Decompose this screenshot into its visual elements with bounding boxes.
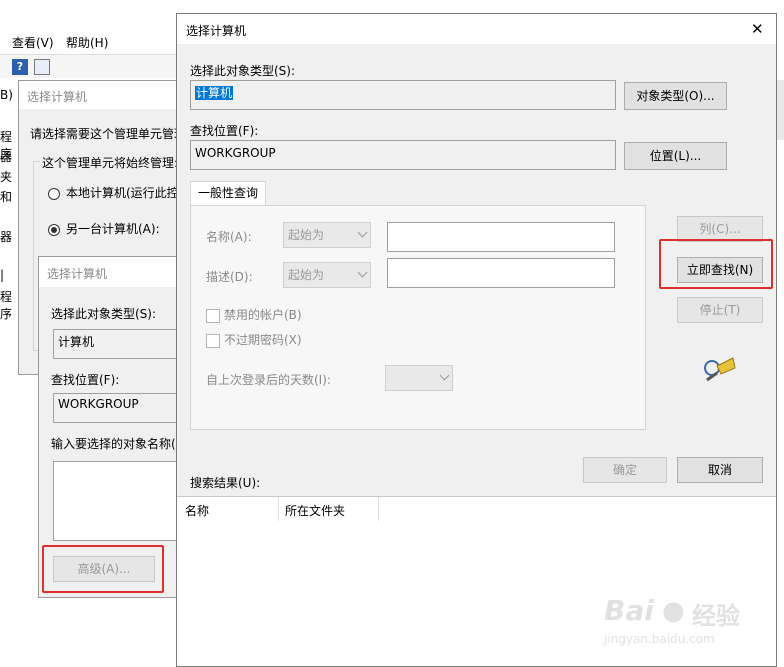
checkbox-box[interactable] [206, 333, 220, 348]
disabled-accounts-checkbox[interactable]: 禁用的帐户(B) [206, 306, 302, 323]
main-type-label: 选择此对象类型(S): [190, 64, 296, 78]
name-input[interactable] [387, 222, 615, 252]
help-icon[interactable]: ? [12, 59, 28, 75]
desc-label: 描述(D): [206, 270, 253, 284]
disabled-accounts-label: 禁用的帐户(B) [224, 308, 302, 322]
main-type-value: 计算机 [195, 86, 234, 100]
frag-5: 和 [0, 190, 13, 204]
watermark-url: jingyan.baidu.com [604, 632, 715, 646]
name-starts-with-value: 起始为 [288, 228, 325, 242]
radio-local-label: 本地计算机(运行此控 [66, 186, 179, 200]
bg-menubar: 查看(V) 帮助(H) [0, 28, 180, 54]
checkbox-box[interactable] [206, 308, 220, 323]
radio-other-label: 另一台计算机(A): [66, 222, 160, 236]
advanced-button[interactable]: 高级(A)... [53, 556, 155, 582]
days-combo[interactable] [385, 365, 453, 391]
main-dialog: 选择计算机 ✕ 选择此对象类型(S): 计算机 对象类型(O)... 查找位置(… [176, 13, 777, 667]
col-folder-header[interactable]: 所在文件夹 [279, 497, 379, 521]
bg-toolbar: ? [0, 54, 180, 78]
radio-other[interactable]: 另一台计算机(A): [48, 220, 160, 237]
chevron-down-icon [357, 227, 368, 238]
properties-icon[interactable] [34, 59, 50, 75]
chevron-down-icon [439, 370, 450, 381]
search-flashlight-icon [704, 357, 736, 382]
mid-instruction: 请选择需要这个管理单元管理 [30, 127, 187, 141]
mid-dialog-title: 选择计算机 [27, 90, 88, 104]
non-expiring-checkbox[interactable]: 不过期密码(X) [206, 331, 302, 348]
frag-3: 器 [0, 150, 13, 164]
watermark-brand2: 经验 [692, 602, 740, 630]
watermark: Bai ● 经验 jingyan.baidu.com [600, 594, 770, 654]
main-type-field: 计算机 [190, 80, 616, 110]
small-dialog-titlebar: 选择计算机 [39, 257, 179, 287]
col-name-header[interactable]: 名称 [177, 497, 279, 521]
object-types-button[interactable]: 对象类型(O)... [624, 82, 727, 110]
location-button[interactable]: 位置(L)... [624, 142, 727, 170]
desc-starts-with-combo[interactable]: 起始为 [283, 262, 371, 288]
name-starts-with-combo[interactable]: 起始为 [283, 222, 371, 248]
menu-help[interactable]: 帮助(H) [66, 34, 108, 51]
frag-1: B) [0, 88, 13, 102]
close-icon[interactable]: ✕ [751, 20, 764, 38]
find-now-button[interactable]: 立即查找(N) [677, 257, 763, 283]
mid-dialog-titlebar: 选择计算机 [19, 81, 197, 109]
menu-view[interactable]: 查看(V) [12, 34, 54, 51]
results-header: 名称 所在文件夹 [177, 497, 776, 521]
chevron-down-icon [357, 267, 368, 278]
cancel-button[interactable]: 取消 [677, 457, 763, 483]
col-folder-label: 所在文件夹 [285, 504, 346, 518]
results-label: 搜索结果(U): [190, 476, 261, 490]
small-dialog: 选择计算机 选择此对象类型(S): 计算机 查找位置(F): WORKGROUP… [38, 256, 181, 598]
query-panel: 名称(A): 起始为 描述(D): 起始为 禁用的帐户(B) 不过期密码(X) … [190, 205, 646, 430]
main-titlebar: 选择计算机 ✕ [177, 14, 776, 44]
main-location-label: 查找位置(F): [190, 124, 259, 138]
radio-local-dot[interactable] [48, 187, 60, 200]
desc-starts-with-value: 起始为 [288, 268, 325, 282]
main-location-field: WORKGROUP [190, 140, 616, 170]
radio-local[interactable]: 本地计算机(运行此控 [48, 184, 179, 201]
name-label: 名称(A): [206, 230, 252, 244]
desc-input[interactable] [387, 258, 615, 288]
watermark-brand: Bai [604, 594, 654, 627]
small-location-value: WORKGROUP [58, 397, 139, 411]
stop-button[interactable]: 停止(T) [677, 297, 763, 323]
frag-6: 器 [0, 230, 13, 244]
frag-8: 程序 [0, 290, 13, 321]
small-location-label: 查找位置(F): [51, 373, 120, 387]
frag-4: 夹 [0, 170, 13, 184]
tab-general-query-label: 一般性查询 [197, 186, 258, 200]
frag-7: | [0, 268, 5, 282]
main-location-value: WORKGROUP [195, 146, 276, 160]
days-label: 自上次登录后的天数(I): [206, 373, 331, 387]
mid-group-label: 这个管理单元将始终管理: [40, 154, 181, 171]
paw-icon: ● [662, 596, 685, 626]
col-name-label: 名称 [185, 504, 210, 518]
small-name-label: 输入要选择的对象名称( [51, 437, 176, 451]
non-expiring-label: 不过期密码(X) [224, 333, 302, 347]
main-title: 选择计算机 [186, 24, 247, 38]
bg-left-fragments: B) 程序 器 夹 和 器 | 程序 [0, 88, 18, 328]
radio-other-dot[interactable] [48, 223, 60, 236]
small-location-field: WORKGROUP [53, 393, 181, 423]
tab-general-query[interactable]: 一般性查询 [190, 181, 266, 205]
small-type-value: 计算机 [58, 335, 95, 349]
small-name-input[interactable] [53, 461, 181, 541]
ok-button[interactable]: 确定 [583, 457, 667, 483]
small-type-field: 计算机 [53, 329, 181, 359]
small-dialog-title: 选择计算机 [47, 267, 108, 281]
small-type-label: 选择此对象类型(S): [51, 307, 157, 321]
